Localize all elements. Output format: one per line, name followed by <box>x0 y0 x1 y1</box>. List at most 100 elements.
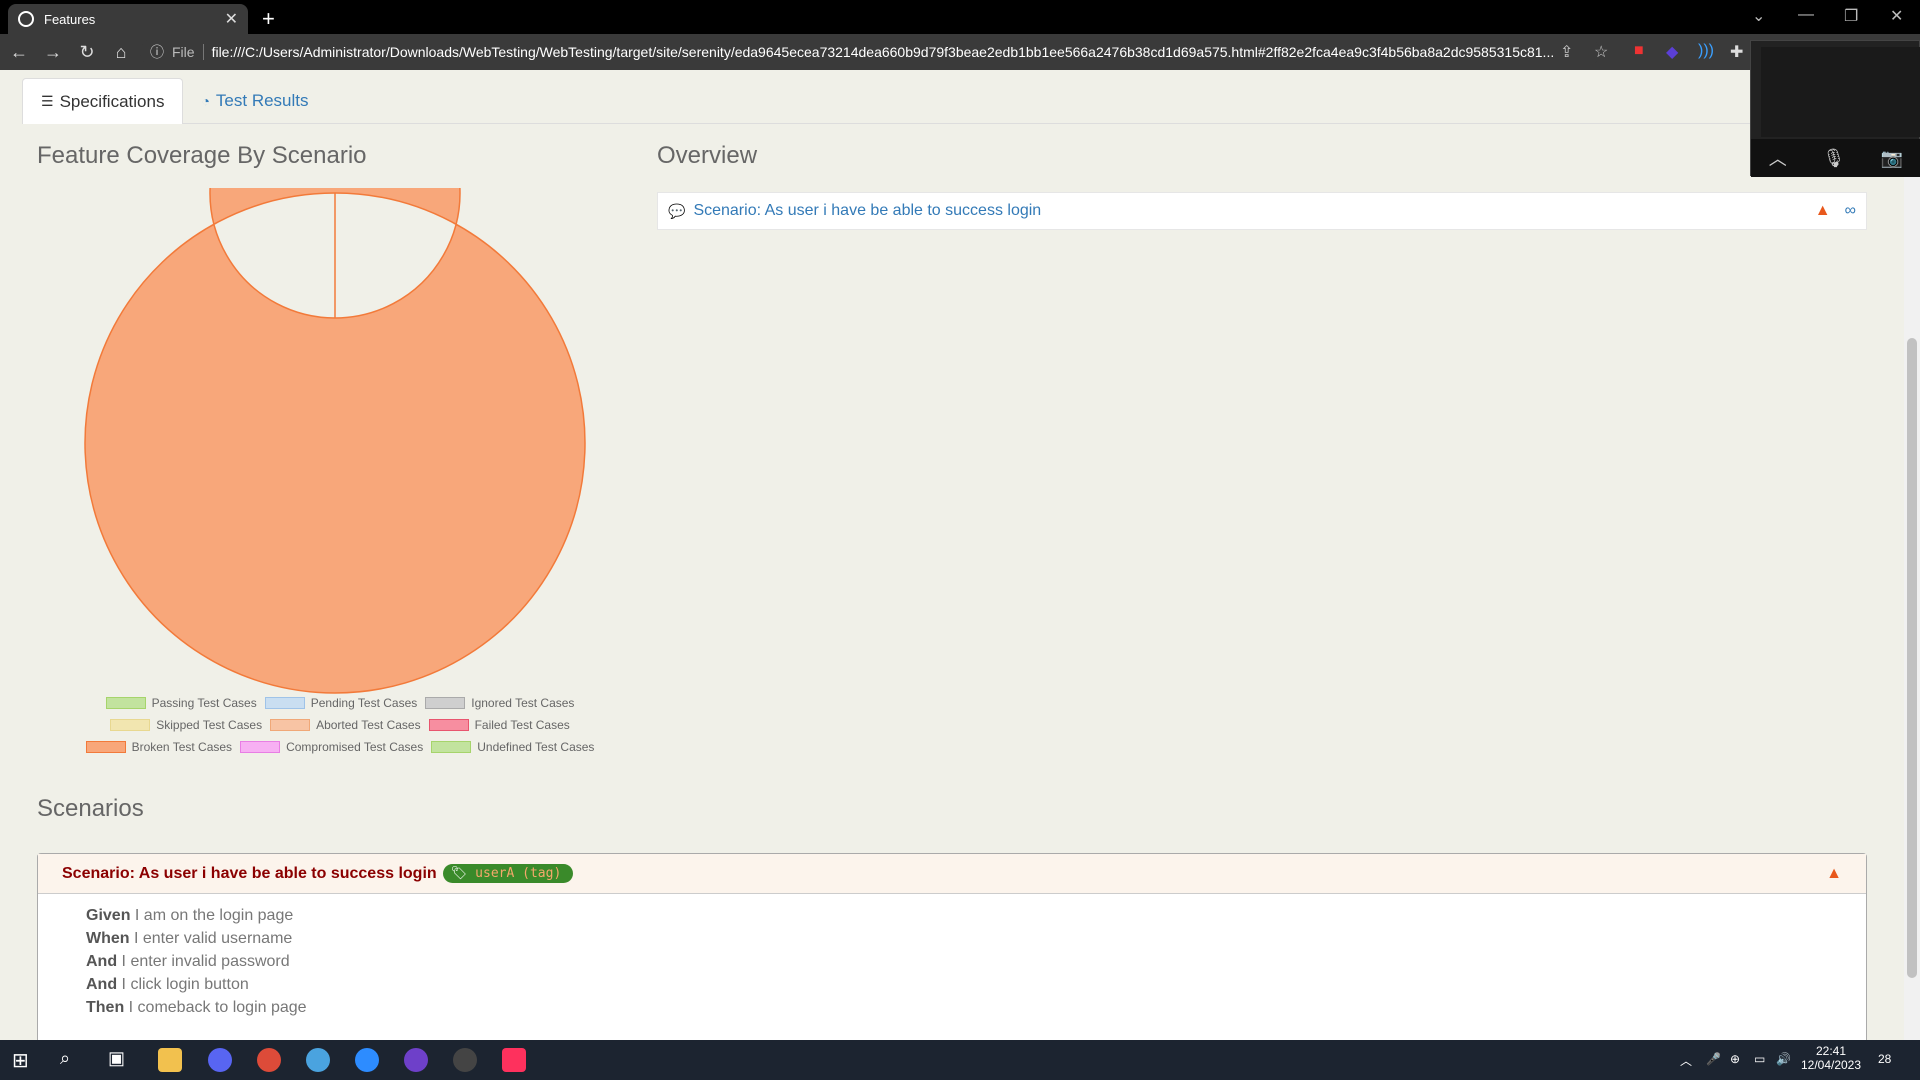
legend-swatch <box>431 741 472 753</box>
step-text: I comeback to login page <box>124 999 307 1016</box>
tray-network-icon[interactable]: ⊕ <box>1730 1052 1740 1066</box>
overview-scenario-link[interactable]: Scenario: As user i have be able to succ… <box>693 202 1814 220</box>
scenario-step: And I click login button <box>86 973 1818 996</box>
chevron-up-icon[interactable]: ︿ <box>1769 145 1787 171</box>
overview-scenario-row[interactable]: 💬 Scenario: As user i have be able to su… <box>657 192 1867 230</box>
notification-count[interactable]: 28 <box>1878 1052 1891 1066</box>
reload-icon[interactable]: ↻ <box>72 42 102 63</box>
tray-volume-icon[interactable]: 🔊 <box>1776 1052 1791 1066</box>
home-icon[interactable]: ⌂ <box>106 42 136 63</box>
messenger-icon[interactable] <box>453 1048 477 1072</box>
github-desktop-icon[interactable] <box>404 1048 428 1072</box>
step-keyword: Given <box>86 907 131 924</box>
extension-red-icon[interactable]: ■ <box>1634 42 1644 60</box>
legend-item[interactable]: Passing Test Cases <box>105 696 257 710</box>
scenario-tag[interactable]: 🏷 userA (tag) <box>442 864 574 883</box>
legend-item[interactable]: Broken Test Cases <box>85 740 232 754</box>
step-keyword: Then <box>86 999 125 1016</box>
back-icon[interactable]: ← <box>4 42 34 63</box>
step-text: I am on the login page <box>130 907 294 924</box>
file-explorer-icon[interactable] <box>158 1048 182 1072</box>
windows-start-icon[interactable]: ⊞ <box>12 1048 36 1072</box>
tab-specifications[interactable]: ☰ Specifications <box>22 78 184 124</box>
tab-test-results[interactable]: ◔ Test Results <box>183 78 326 124</box>
intellij-icon[interactable] <box>502 1048 526 1072</box>
scenario-step: When I enter valid username <box>86 927 1818 950</box>
share-icon[interactable]: ⇪ <box>1560 42 1573 62</box>
clock-date: 12/04/2023 <box>1800 1058 1862 1072</box>
extensions-puzzle-icon[interactable]: ✚ <box>1730 42 1743 62</box>
step-keyword: And <box>86 953 118 970</box>
camera-off-icon[interactable]: 📷 <box>1881 148 1903 169</box>
legend-item[interactable]: Skipped Test Cases <box>110 718 262 732</box>
chrome-icon[interactable] <box>257 1048 281 1072</box>
chart-legend: Passing Test Cases Pending Test Cases Igno… <box>70 696 610 762</box>
windows-taskbar: ⊞ ⌕ ▣ ︿ 🎤 ⊕ ▭ 🔊 22:41 12/04/2023 28 <box>0 1040 1920 1080</box>
tag-label: userA (tag) <box>475 866 562 881</box>
browser-tab[interactable]: Features ✕ <box>8 4 248 34</box>
restore-icon[interactable]: ❐ <box>1844 6 1858 26</box>
file-label: File <box>172 44 204 60</box>
legend-item[interactable]: Failed Test Cases <box>428 718 570 732</box>
scenario-step: Given I am on the login page <box>86 904 1818 927</box>
legend-label: Aborted Test Cases <box>316 718 421 732</box>
tray-mic-icon[interactable]: 🎤 <box>1706 1052 1721 1066</box>
tray-wifi-icon[interactable]: ▭ <box>1754 1052 1765 1066</box>
comment-icon: 💬 <box>668 202 686 219</box>
coverage-donut-chart <box>84 188 586 694</box>
scenario-steps: Given I am on the login page When I enter… <box>38 894 1866 1029</box>
clock-time: 22:41 <box>1815 1044 1847 1058</box>
report-page: ☰ Specifications ◔ Test Results Feature … <box>0 70 1904 1040</box>
report-tabs: ☰ Specifications ◔ Test Results <box>22 78 1882 124</box>
legend-swatch <box>110 719 151 731</box>
legend-item[interactable]: Compromised Test Cases <box>240 740 423 754</box>
legend-swatch <box>85 741 126 753</box>
scenario-header[interactable]: Scenario: As user i have be able to succ… <box>38 854 1866 894</box>
shared-screen-preview <box>1761 47 1920 137</box>
legend-item[interactable]: Pending Test Cases <box>264 696 418 710</box>
forward-icon[interactable]: → <box>38 42 68 63</box>
site-info-icon[interactable]: ⓘ <box>150 42 164 62</box>
scrollbar-thumb[interactable] <box>1907 338 1917 978</box>
legend-swatch <box>240 741 281 753</box>
search-icon[interactable]: ⌕ <box>60 1048 84 1072</box>
minimize-icon[interactable]: — <box>1798 6 1814 24</box>
mic-muted-icon[interactable]: 🎙 <box>1822 148 1845 169</box>
scenario-step: And I enter invalid password <box>86 950 1818 973</box>
meeting-controls: ︿ 🎙 📷 <box>1751 139 1920 177</box>
page-scrollbar[interactable] <box>1904 70 1920 1040</box>
tray-chevron-icon[interactable]: ︿ <box>1680 1052 1692 1069</box>
zoom-icon[interactable] <box>355 1048 379 1072</box>
legend-label: Pending Test Cases <box>310 696 418 710</box>
extension-wave-icon[interactable]: ))) <box>1698 42 1714 60</box>
scenario-card: Scenario: As user i have be able to succ… <box>37 853 1867 1040</box>
step-text: I enter valid username <box>129 930 293 947</box>
new-tab-icon[interactable]: + <box>262 6 275 32</box>
address-bar[interactable]: ⓘ File file:///C:/Users/Administrator/Do… <box>140 38 1600 66</box>
scenario-step: Then I comeback to login page <box>86 996 1818 1019</box>
close-window-icon[interactable]: ✕ <box>1890 6 1903 26</box>
bookmark-star-icon[interactable]: ☆ <box>1594 42 1608 62</box>
legend-label: Undefined Test Cases <box>477 740 595 754</box>
legend-item[interactable]: Undefined Test Cases <box>431 740 594 754</box>
legend-label: Failed Test Cases <box>474 718 570 732</box>
extension-purple-icon[interactable]: ◆ <box>1666 42 1678 62</box>
task-view-icon[interactable]: ▣ <box>108 1048 132 1072</box>
document-icon: ☰ <box>41 93 54 109</box>
tab-specifications-label: Specifications <box>59 91 165 111</box>
discord-icon[interactable] <box>208 1048 232 1072</box>
legend-item[interactable]: Aborted Test Cases <box>270 718 421 732</box>
app-icon[interactable] <box>306 1048 330 1072</box>
meeting-overlay[interactable]: ︿ 🎙 📷 <box>1750 40 1920 177</box>
step-text: I enter invalid password <box>117 953 290 970</box>
tab-search-icon[interactable]: ⌄ <box>1752 6 1765 26</box>
clock[interactable]: 22:41 12/04/2023 <box>1796 1044 1866 1072</box>
legend-item[interactable]: Ignored Test Cases <box>425 696 574 710</box>
step-keyword: When <box>86 930 130 947</box>
close-tab-icon[interactable]: ✕ <box>225 9 238 29</box>
legend-swatch <box>264 697 305 709</box>
coverage-heading: Feature Coverage By Scenario <box>37 142 367 169</box>
warning-icon: ▲ <box>1814 202 1831 219</box>
url-text: file:///C:/Users/Administrator/Downloads… <box>211 44 1555 60</box>
legend-swatch <box>425 697 466 709</box>
